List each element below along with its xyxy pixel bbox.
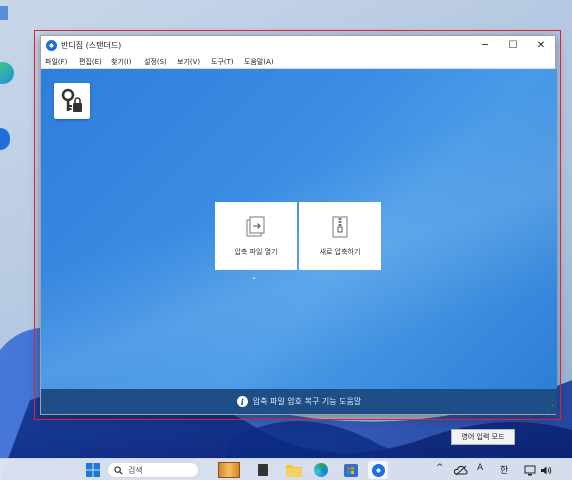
task-view-icon[interactable] [258,462,268,478]
maximize-button[interactable]: ☐ [505,38,521,52]
edge-browser-icon[interactable] [314,462,328,478]
menu-help[interactable]: 도움말(A) [244,57,274,67]
minimize-button[interactable]: ─ [477,38,493,52]
resize-grip[interactable]: ⋰ [547,404,555,412]
new-archive-button[interactable]: 새로 압축하기 [299,202,381,270]
footer-help-text[interactable]: 압축 파일 암호 복구 기능 도움말 [253,396,361,407]
start-panel: 압축 파일 열기 새로 압축하기 ⌄ [41,69,557,389]
open-archive-button[interactable]: 압축 파일 열기 [215,202,297,270]
file-explorer-icon[interactable] [286,462,302,478]
window-title: 반디집 (스탠더드) [61,41,122,50]
taskbar-search[interactable]: 검색 [107,462,199,478]
ime-mode-a[interactable]: A [477,463,483,473]
store-icon[interactable] [344,462,358,478]
menu-file[interactable]: 파일(F) [45,57,67,67]
taskbar-app-icon[interactable] [218,462,240,478]
bandizip-taskbar-icon [371,463,385,477]
menu-edit[interactable]: 편집(E) [79,57,102,67]
search-icon [114,465,123,475]
ime-tooltip: 영어 입력 모드 [451,429,515,445]
network-icon[interactable] [524,462,536,478]
menu-find[interactable]: 찾기(I) [111,57,131,67]
footer-help-bar[interactable]: i 압축 파일 암호 복구 기능 도움말 ⋰ [41,389,557,414]
windows-start-icon[interactable] [86,462,100,478]
search-placeholder: 검색 [128,465,143,475]
open-archive-label: 압축 파일 열기 [234,248,278,256]
cloud-offline-icon[interactable] [454,462,468,478]
password-recovery-button[interactable] [54,83,90,119]
menu-tools[interactable]: 도구(T) [211,57,234,67]
ime-mode-han[interactable]: 한 [500,463,508,476]
bandizip-taskbar-button[interactable] [368,461,388,479]
menu-bar: 파일(F) 편집(E) 찾기(I) 설정(S) 보기(V) 도구(T) 도움말(… [41,55,555,69]
chevron-down-icon[interactable]: ⌄ [251,273,257,281]
new-archive-icon [332,216,348,238]
taskbar: 검색 ^ A 한 [0,458,572,480]
open-archive-icon [246,216,265,237]
bandizip-window: 반디집 (스탠더드) ─ ☐ ✕ 파일(F) 편집(E) 찾기(I) 설정(S)… [40,35,557,415]
info-icon: i [236,396,248,407]
new-archive-label: 새로 압축하기 [319,248,361,256]
desktop-icon-1[interactable] [0,6,8,20]
bandizip-logo-icon [46,40,57,51]
key-lock-icon [61,88,82,112]
tray-overflow-chevron[interactable]: ^ [436,463,444,473]
menu-settings[interactable]: 설정(S) [144,57,167,67]
close-button[interactable]: ✕ [533,38,549,52]
title-bar[interactable]: 반디집 (스탠더드) ─ ☐ ✕ [41,36,555,55]
menu-view[interactable]: 보기(V) [177,57,200,67]
volume-icon[interactable] [540,462,552,478]
